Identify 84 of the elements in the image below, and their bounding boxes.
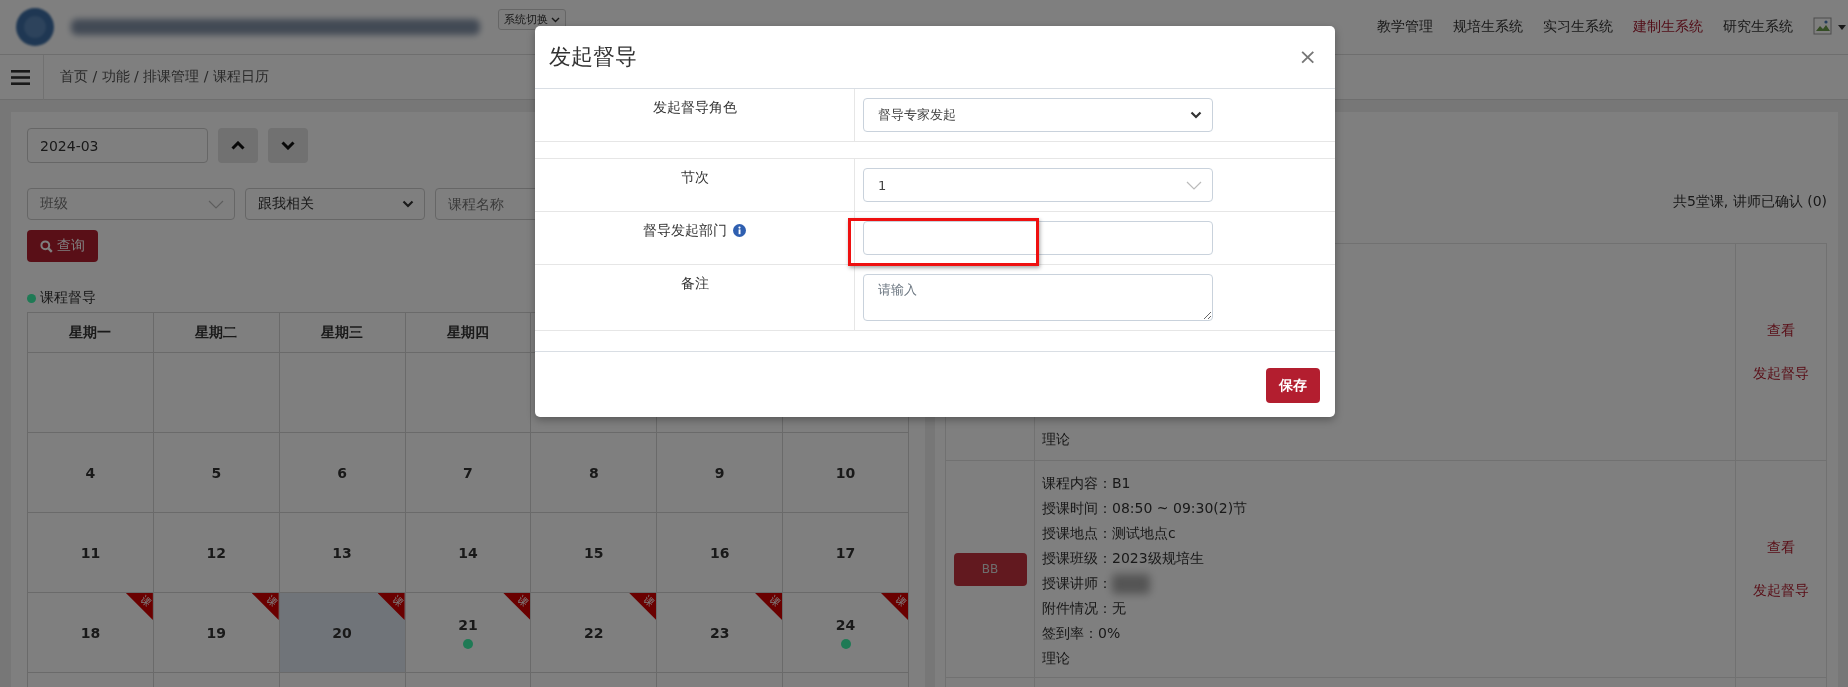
day-number: 8 xyxy=(588,464,599,481)
nav-link[interactable]: 规培生系统 xyxy=(1453,18,1523,36)
logo-icon xyxy=(15,7,55,47)
action-link[interactable]: 发起督导 xyxy=(1753,578,1809,603)
day-number: 20 xyxy=(332,624,352,641)
nav-link[interactable]: 建制生系统 xyxy=(1633,18,1703,36)
course-corner-badge: 课 xyxy=(125,593,153,620)
class-select[interactable]: 班级 xyxy=(27,188,235,220)
lesson-detail: 附件情况：无 xyxy=(1042,599,1126,618)
month-field[interactable]: 2024-03 xyxy=(27,128,208,163)
course-corner-badge: 课 xyxy=(629,593,657,620)
menu-icon[interactable] xyxy=(11,69,30,85)
day-number: 19 xyxy=(206,624,226,641)
search-icon xyxy=(40,239,53,253)
lesson-badge-button[interactable]: BB xyxy=(953,552,1027,586)
day-number: 22 xyxy=(584,624,604,641)
course-corner-badge: 课 xyxy=(503,593,531,620)
period-select[interactable]: 1 xyxy=(863,168,1213,202)
day-number: 24 xyxy=(835,616,856,633)
day-number: 13 xyxy=(332,544,352,561)
field-label: 备注 xyxy=(680,275,709,293)
chevron-down-icon xyxy=(1186,180,1202,190)
chevron-down-icon xyxy=(208,199,224,209)
lesson-detail: 理论 xyxy=(1042,429,1070,449)
system-switch-button[interactable]: 系统切换 xyxy=(498,9,566,30)
weekday-header: 星期三 xyxy=(279,312,406,353)
lesson-detail: 签到率：0% xyxy=(1042,624,1121,643)
action-link[interactable]: 查看 xyxy=(1767,535,1795,560)
nav-link[interactable]: 实习生系统 xyxy=(1543,18,1613,36)
breadcrumb: 首页 / 功能 / 排课管理 / 课程日历 xyxy=(60,68,269,86)
day-number: 17 xyxy=(835,544,856,561)
action-link[interactable]: 查看 xyxy=(1767,318,1795,343)
previous-month-button[interactable] xyxy=(218,128,258,163)
chevron-down-icon xyxy=(402,200,414,208)
chevron-up-icon xyxy=(231,141,245,150)
lesson-detail: 理论 xyxy=(1042,649,1070,668)
nav-link[interactable]: 教学管理 xyxy=(1377,18,1433,36)
day-number: 11 xyxy=(80,544,101,561)
day-number: 18 xyxy=(80,624,101,641)
day-number: 4 xyxy=(85,464,96,481)
lesson-detail: 授课班级：2023级规培生 xyxy=(1042,549,1204,568)
day-number: 5 xyxy=(211,464,222,481)
action-link[interactable]: 发起督导 xyxy=(1753,361,1809,386)
day-number: 23 xyxy=(709,624,730,641)
lesson-summary: 共5堂课, 讲师已确认 (0) xyxy=(1672,193,1827,209)
caret-icon xyxy=(1838,24,1846,30)
save-button[interactable]: 保存 xyxy=(1266,368,1320,403)
weekday-header: 星期二 xyxy=(153,312,280,353)
course-corner-badge: 课 xyxy=(755,593,783,620)
role-select[interactable]: 督导专家发起 xyxy=(863,98,1213,132)
day-number: 10 xyxy=(835,464,856,481)
chevron-down-icon xyxy=(551,16,560,23)
day-number: 21 xyxy=(458,616,478,633)
weekday-header: 星期四 xyxy=(405,312,531,353)
field-label: 节次 xyxy=(680,169,709,187)
relation-select[interactable]: 跟我相关 xyxy=(245,188,425,220)
lesson-detail: 授课地点：测试地点c xyxy=(1042,524,1176,543)
weekday-header: 星期一 xyxy=(27,312,154,353)
lesson-detail: 授课时间：08:50 ~ 09:30(2)节 xyxy=(1042,499,1248,518)
field-label: 督导发起部门 xyxy=(643,222,727,240)
image-icon[interactable] xyxy=(1813,16,1835,38)
lesson-detail: 授课讲师： xyxy=(1042,574,1112,593)
day-number: 6 xyxy=(337,464,347,481)
course-corner-badge: 课 xyxy=(251,593,279,620)
query-button[interactable]: 查询 xyxy=(27,230,98,262)
day-number: 9 xyxy=(714,464,725,481)
department-field[interactable] xyxy=(863,221,1213,255)
day-number: 7 xyxy=(463,464,473,481)
chevron-down-icon xyxy=(281,141,295,150)
close-button[interactable]: × xyxy=(1296,46,1319,68)
next-month-button[interactable] xyxy=(268,128,308,163)
dialog-title: 发起督导 xyxy=(549,43,637,71)
legend-label: 课程督导 xyxy=(40,289,96,307)
course-corner-badge: 课 xyxy=(377,593,405,620)
remark-field[interactable]: 请输入 xyxy=(863,274,1213,321)
day-number: 15 xyxy=(584,544,604,561)
nav-link[interactable]: 研究生系统 xyxy=(1723,18,1793,36)
field-label: 发起督导角色 xyxy=(652,99,737,117)
chevron-down-icon xyxy=(1190,111,1202,119)
lesson-detail: 课程内容：B1 xyxy=(1042,474,1131,493)
day-number: 12 xyxy=(206,544,226,561)
day-number: 14 xyxy=(458,544,478,561)
day-number: 16 xyxy=(709,544,730,561)
course-corner-badge: 课 xyxy=(881,593,908,620)
